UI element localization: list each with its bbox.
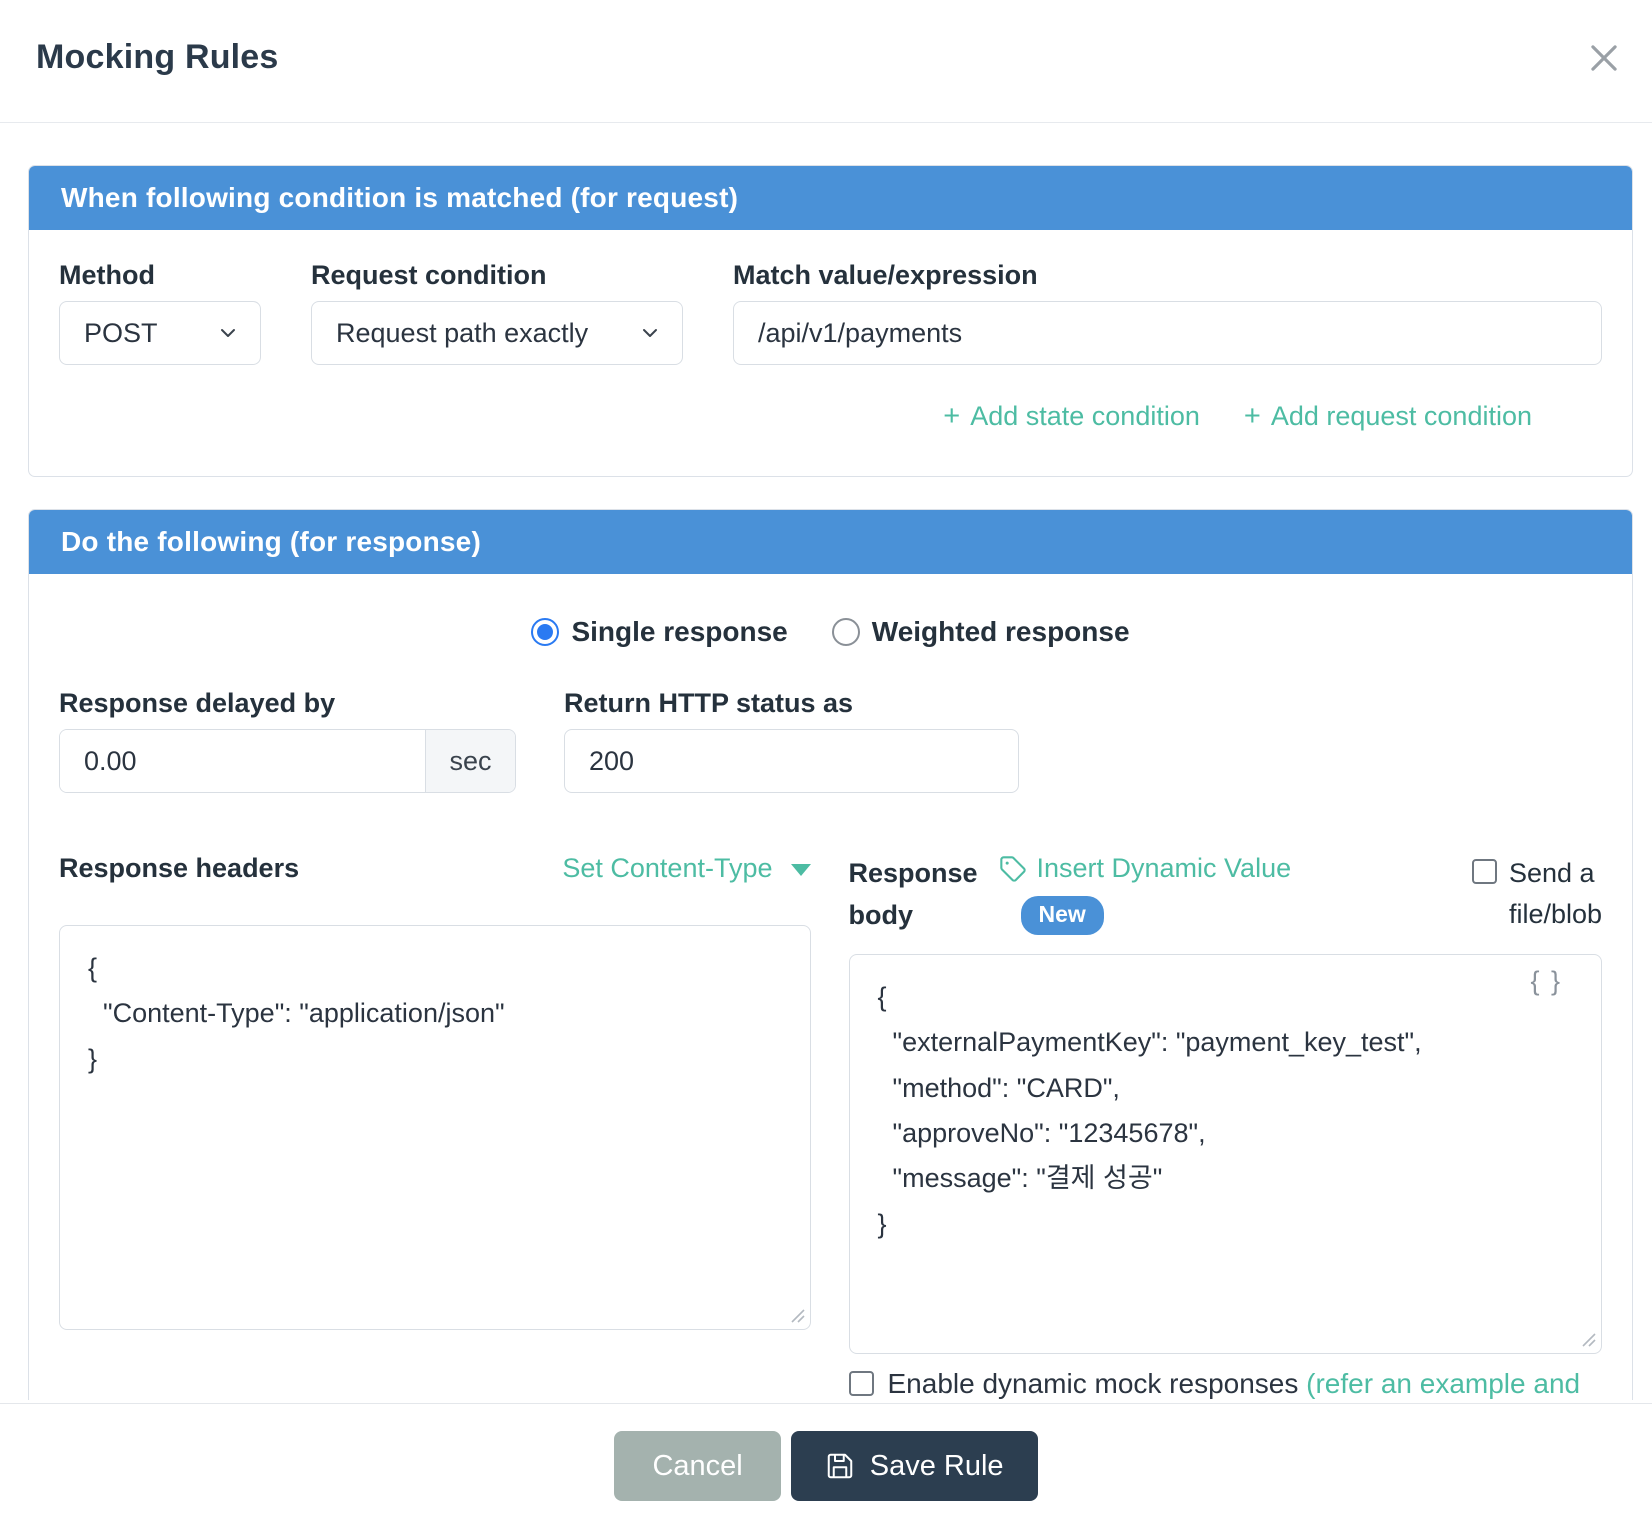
send-file-checkbox[interactable] (1472, 859, 1497, 884)
enable-dynamic-example-link[interactable]: (refer an example and (1306, 1368, 1580, 1399)
response-section: Do the following (for response) Single r… (28, 509, 1633, 1400)
dialog-header: Mocking Rules (0, 0, 1652, 123)
method-label: Method (59, 260, 261, 291)
triangle-down-icon (791, 864, 811, 876)
resize-grip-icon[interactable] (1579, 1330, 1597, 1348)
radio-unselected-icon (832, 618, 860, 646)
new-badge: New (1021, 896, 1104, 935)
request-condition-selected-value: Request path exactly (336, 318, 588, 349)
http-status-label: Return HTTP status as (564, 688, 1019, 719)
response-body-textarea[interactable]: { "externalPaymentKey": "payment_key_tes… (849, 954, 1603, 1354)
chevron-down-icon (638, 321, 662, 345)
plus-icon: + (943, 402, 960, 431)
request-condition-section: When following condition is matched (for… (28, 165, 1633, 477)
match-value-input[interactable] (733, 301, 1602, 365)
resize-grip-icon[interactable] (788, 1306, 806, 1324)
tag-icon (999, 855, 1027, 883)
page-title: Mocking Rules (36, 38, 279, 77)
delay-status-row: Response delayed by sec Return HTTP stat… (29, 648, 1632, 793)
match-value-label: Match value/expression (733, 260, 1602, 291)
single-response-radio[interactable]: Single response (531, 616, 787, 648)
request-condition-label: Request condition (311, 260, 683, 291)
weighted-response-label: Weighted response (872, 616, 1130, 648)
save-rule-label: Save Rule (870, 1450, 1004, 1483)
radio-selected-icon (531, 618, 559, 646)
method-select[interactable]: POST (59, 301, 261, 365)
add-request-condition-link[interactable]: + Add request condition (1244, 401, 1532, 432)
plus-icon: + (1244, 402, 1261, 431)
condition-links-row: + Add state condition + Add request cond… (29, 365, 1632, 476)
request-section-header: When following condition is matched (for… (29, 166, 1632, 230)
insert-dynamic-value-label: Insert Dynamic Value (1037, 853, 1292, 884)
dialog-footer: Cancel Save Rule (0, 1403, 1652, 1528)
http-status-field: Return HTTP status as (564, 688, 1019, 793)
set-content-type-label: Set Content-Type (562, 853, 772, 884)
format-json-icon[interactable]: { } (1530, 966, 1562, 997)
response-delay-label: Response delayed by (59, 688, 516, 719)
response-delay-input[interactable] (60, 730, 425, 792)
cancel-button[interactable]: Cancel (614, 1431, 780, 1501)
send-file-label: Send a file/blob (1509, 853, 1602, 934)
add-state-condition-link[interactable]: + Add state condition (943, 401, 1200, 432)
response-type-radio-group: Single response Weighted response (29, 616, 1632, 648)
dialog-body: When following condition is matched (for… (0, 123, 1652, 1403)
single-response-label: Single response (571, 616, 787, 648)
add-request-condition-label: Add request condition (1271, 401, 1532, 432)
request-fields-row: Method POST Request condition Request pa… (29, 230, 1632, 365)
method-selected-value: POST (84, 318, 158, 349)
response-delay-field: Response delayed by sec (59, 688, 516, 793)
match-value-field: Match value/expression (733, 260, 1602, 365)
response-headers-label: Response headers (59, 853, 299, 884)
save-icon (825, 1451, 855, 1481)
enable-dynamic-row: Enable dynamic mock responses (refer an … (849, 1368, 1603, 1400)
close-icon[interactable] (1580, 34, 1628, 82)
response-body-label: Response body (849, 853, 999, 937)
chevron-down-icon (216, 321, 240, 345)
headers-body-row: Response headers Set Content-Type { "Con… (29, 793, 1632, 1400)
set-content-type-dropdown[interactable]: Set Content-Type (562, 853, 810, 884)
save-rule-button[interactable]: Save Rule (791, 1431, 1038, 1501)
enable-dynamic-checkbox[interactable] (849, 1371, 874, 1396)
enable-dynamic-label: Enable dynamic mock responses (888, 1368, 1299, 1399)
response-headers-textarea[interactable]: { "Content-Type": "application/json" } (59, 925, 811, 1330)
request-condition-select[interactable]: Request path exactly (311, 301, 683, 365)
delay-unit-addon: sec (425, 730, 515, 792)
http-status-input[interactable] (564, 729, 1019, 793)
add-state-condition-label: Add state condition (970, 401, 1200, 432)
send-file-checkbox-group[interactable]: Send a file/blob (1472, 853, 1602, 934)
request-condition-field: Request condition Request path exactly (311, 260, 683, 365)
method-field: Method POST (59, 260, 261, 365)
response-body-column: Response body Insert Dynamic Value (849, 853, 1603, 1400)
response-section-header: Do the following (for response) (29, 510, 1632, 574)
weighted-response-radio[interactable]: Weighted response (832, 616, 1130, 648)
insert-dynamic-value-link[interactable]: Insert Dynamic Value (999, 853, 1292, 884)
response-headers-column: Response headers Set Content-Type { "Con… (59, 853, 811, 1330)
